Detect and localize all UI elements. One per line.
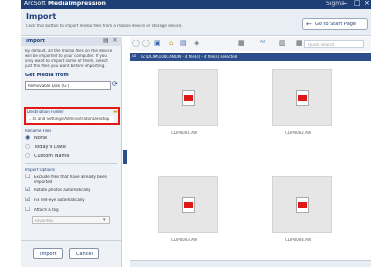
- search-placeholder: Quick Search: [308, 43, 335, 47]
- maximize-icon[interactable]: □: [354, 0, 361, 7]
- rename-option-label: Custom Name: [34, 154, 70, 159]
- app-name: MediaImpression: [48, 1, 106, 7]
- rename-option-label: Today's Date: [34, 145, 66, 150]
- tag-select[interactable]: Favorites ▾: [32, 216, 110, 224]
- divider: [25, 163, 117, 164]
- page-title: Import: [26, 13, 57, 21]
- path-bar: ☑ G:\DCIM\100CANON - 4 file(s) - 4 file(…: [130, 53, 371, 61]
- header: Import Click this button to import media…: [21, 9, 371, 36]
- refresh-icon[interactable]: ⟳: [112, 81, 118, 88]
- video-file-icon: [296, 90, 309, 106]
- destination-value: ...ts and Settings\Administrator\Desktop: [29, 117, 110, 121]
- rename-radio-custom[interactable]: ○: [25, 153, 30, 159]
- sidebar-header: Import ▤ ×: [21, 37, 122, 46]
- splitter-handle[interactable]: [123, 150, 127, 164]
- source-value: Removable Disk (G:): [28, 84, 70, 88]
- current-path: G:\DCIM\100CANON - 4 file(s) - 4 file(s)…: [141, 55, 238, 59]
- import-option-label: Attach a tag: [34, 208, 59, 212]
- source-select[interactable]: Removable Disk (G:): [25, 81, 111, 90]
- video-file-icon: [182, 90, 195, 106]
- file-name: CLIP0004.AVI: [285, 238, 312, 242]
- sidebar-description-line: just the files you want before importing…: [25, 64, 106, 68]
- folder-up-icon[interactable]: ▣: [154, 40, 161, 47]
- mediaimpression-window: ArcSoft MediaImpression Sigma – □ × Impo…: [21, 0, 371, 267]
- title-bar: ArcSoft MediaImpression Sigma – □ ×: [21, 0, 371, 9]
- file-tile[interactable]: [158, 176, 218, 233]
- close-icon[interactable]: ×: [364, 0, 370, 7]
- app-brand: ArcSoft: [24, 1, 46, 7]
- file-name: CLIP0003.AVI: [171, 238, 198, 242]
- filter-icon[interactable]: ▥: [279, 40, 286, 47]
- view-icon[interactable]: ▦: [238, 40, 245, 47]
- status-bar: [130, 260, 371, 267]
- import-option-label: Exclude files that have already been: [34, 175, 108, 179]
- import-option-label: Fix red-eye automatically: [34, 198, 85, 202]
- home-icon[interactable]: ⌂: [169, 40, 173, 47]
- rename-radio-none[interactable]: ◉: [25, 135, 30, 141]
- file-tile[interactable]: [272, 69, 332, 126]
- destination-field[interactable]: ...ts and Settings\Administrator\Desktop: [27, 116, 113, 123]
- thumbnail-size-icon[interactable]: ▦: [296, 40, 303, 47]
- forward-icon[interactable]: ◯: [142, 40, 150, 47]
- minimize-icon[interactable]: –: [344, 0, 348, 7]
- file-name: CLIP0001.AVI: [171, 131, 198, 135]
- import-button-label: Import: [40, 252, 57, 257]
- chevron-down-icon: ▾: [103, 218, 106, 223]
- back-icon[interactable]: ◯: [132, 40, 140, 47]
- rename-files-label: Rename Files: [25, 129, 52, 133]
- search-box[interactable]: Quick Search: [304, 40, 364, 48]
- back-arrow-icon: ←: [306, 21, 312, 28]
- import-button[interactable]: Import: [33, 248, 63, 259]
- sidebar-title: Import: [26, 39, 45, 44]
- get-media-from-label: Get Media from: [25, 73, 69, 78]
- cancel-button[interactable]: Cancel: [69, 248, 99, 259]
- sidebar-description-line: By default, all the media files on the d…: [25, 49, 113, 53]
- sidebar-description-line: will be imported to your computer. If yo…: [25, 54, 107, 58]
- rename-radio-date[interactable]: ○: [25, 144, 30, 150]
- file-tile[interactable]: [158, 69, 218, 126]
- folder-icon[interactable]: ▬: [113, 110, 118, 115]
- fix-redeye-checkbox[interactable]: ☑: [25, 197, 30, 203]
- destination-label: Destination Folder: [27, 110, 64, 114]
- import-option-label: imported: [34, 180, 53, 184]
- favorites-icon[interactable]: ▤: [180, 40, 187, 47]
- video-file-icon: [182, 197, 195, 213]
- start-page-label: Go to Start Page: [315, 22, 357, 27]
- sidebar-menu-icon[interactable]: ▤: [103, 38, 109, 44]
- sort-icon[interactable]: ᴬᶻ: [260, 40, 266, 47]
- cancel-button-label: Cancel: [76, 252, 93, 257]
- user-name[interactable]: Sigma: [326, 1, 345, 7]
- tag-icon[interactable]: ◈: [194, 40, 199, 47]
- import-options-label: Import Options: [25, 168, 55, 172]
- rotate-photos-checkbox[interactable]: ☑: [25, 187, 30, 193]
- tag-placeholder: Favorites: [35, 219, 54, 223]
- select-all-checkbox[interactable]: ☑: [132, 54, 136, 59]
- import-option-label: Rotate photos automatically: [34, 188, 91, 192]
- sidebar-close-icon[interactable]: ×: [112, 37, 118, 44]
- go-to-start-page-button[interactable]: ← Go to Start Page: [302, 18, 368, 30]
- sidebar-description-line: only want to import some of them, select: [25, 59, 108, 63]
- video-file-icon: [296, 197, 309, 213]
- page-subtitle: Click this button to import media files …: [26, 24, 183, 28]
- exclude-imported-checkbox[interactable]: ☐: [25, 174, 30, 180]
- attach-tag-checkbox[interactable]: ☐: [25, 207, 30, 213]
- file-name: CLIP0002.AVI: [285, 131, 312, 135]
- file-grid: CLIP0001.AVI CLIP0002.AVI CLIP0003.AVI C…: [130, 62, 371, 267]
- rename-option-label: None: [34, 136, 48, 141]
- divider: [21, 240, 121, 241]
- sidebar: Import ▤ × By default, all the media fil…: [21, 37, 122, 267]
- file-tile[interactable]: [272, 176, 332, 233]
